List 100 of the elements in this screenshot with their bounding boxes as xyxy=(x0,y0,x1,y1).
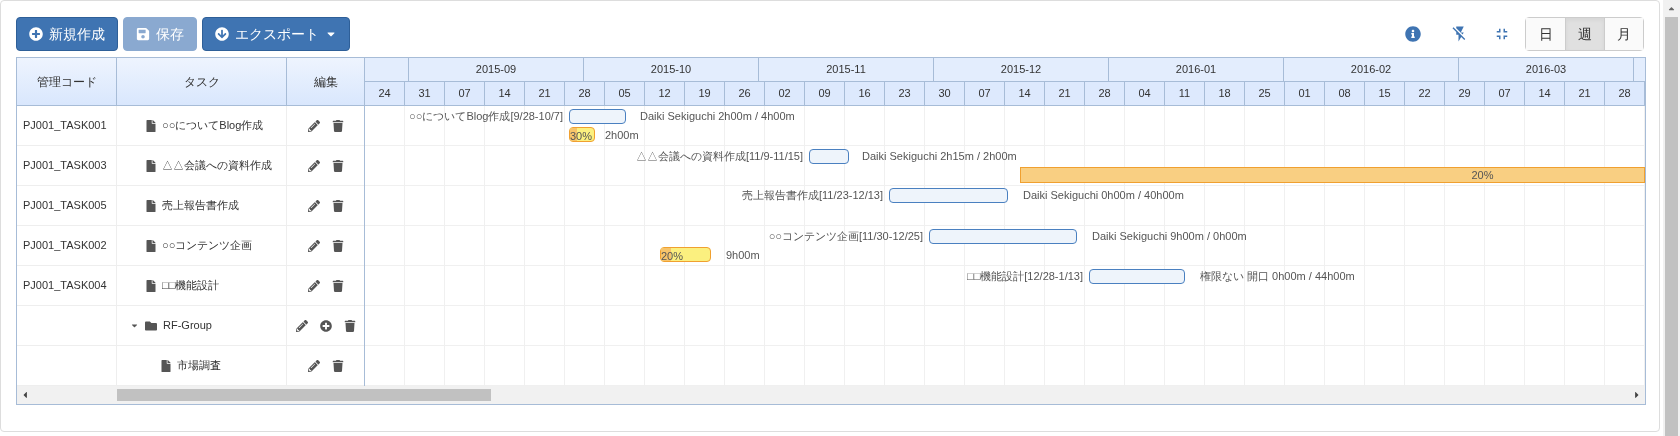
progress-label: 30% xyxy=(570,130,593,142)
week-header: 07 xyxy=(965,82,1005,105)
view-mode-tab[interactable]: 月 xyxy=(1604,18,1643,50)
scrollbar-thumb[interactable] xyxy=(117,389,491,401)
horizontal-scrollbar[interactable] xyxy=(17,386,1645,404)
progress-note: 9h00m xyxy=(726,248,760,263)
week-header: 24 xyxy=(365,82,405,105)
edit-icon[interactable] xyxy=(307,199,320,212)
task-name[interactable]: ○○コンテンツ企画 xyxy=(162,237,253,254)
task-bar[interactable] xyxy=(1089,269,1185,284)
delete-icon[interactable] xyxy=(331,279,344,292)
month-header: 2016-02 xyxy=(1284,58,1459,81)
download-icon xyxy=(215,27,229,41)
edit-icon[interactable] xyxy=(307,359,320,372)
month-header: 2016-01 xyxy=(1109,58,1284,81)
delete-icon[interactable] xyxy=(331,119,344,132)
week-header: 07 xyxy=(445,82,485,105)
week-header: 25 xyxy=(1245,82,1285,105)
delete-icon[interactable] xyxy=(331,239,344,252)
delete-icon[interactable] xyxy=(343,319,356,332)
task-name[interactable]: △△会議への資料作成 xyxy=(162,157,272,174)
task-name[interactable]: 売上報告書作成 xyxy=(162,197,239,214)
edit-icon[interactable] xyxy=(307,279,320,292)
task-bar[interactable] xyxy=(889,188,1008,203)
week-header: 09 xyxy=(805,82,845,105)
week-header: 31 xyxy=(405,82,445,105)
week-header: 28 xyxy=(565,82,605,105)
week-header: 30 xyxy=(925,82,965,105)
week-header: 28 xyxy=(1085,82,1125,105)
task-bar[interactable] xyxy=(929,229,1077,244)
task-summary: Daiki Sekiguchi 2h00m / 4h00m xyxy=(640,109,795,124)
task-label: 売上報告書作成[11/23-12/13] xyxy=(742,188,883,203)
week-header: 11 xyxy=(1165,82,1205,105)
task-summary: Daiki Sekiguchi 2h15m / 2h00m xyxy=(862,149,1017,164)
week-header: 19 xyxy=(685,82,725,105)
week-header: 15 xyxy=(1365,82,1405,105)
delete-icon[interactable] xyxy=(331,199,344,212)
week-header: 02 xyxy=(765,82,805,105)
week-header: 22 xyxy=(1405,82,1445,105)
task-bar[interactable] xyxy=(569,109,626,124)
info-icon[interactable] xyxy=(1405,26,1421,42)
month-header: 2015-12 xyxy=(934,58,1109,81)
week-header: 23 xyxy=(885,82,925,105)
task-name[interactable]: 市場調査 xyxy=(177,357,221,374)
task-summary: Daiki Sekiguchi 0h00m / 40h00m xyxy=(1023,188,1184,203)
add-icon[interactable] xyxy=(319,319,332,332)
file-icon xyxy=(161,359,171,372)
week-header: 05 xyxy=(605,82,645,105)
file-icon xyxy=(146,199,156,212)
task-name[interactable]: RF-Group xyxy=(163,317,212,334)
delete-icon[interactable] xyxy=(331,359,344,372)
task-label: △△会議への資料作成[11/9-11/15] xyxy=(635,149,803,164)
month-header: 2015-09 xyxy=(409,58,584,81)
week-header: 08 xyxy=(1325,82,1365,105)
week-header: 29 xyxy=(1445,82,1485,105)
edit-icon[interactable] xyxy=(295,319,308,332)
edit-icon[interactable] xyxy=(307,239,320,252)
task-label: □□機能設計[12/28-1/13] xyxy=(967,269,1083,284)
week-header: 01 xyxy=(1285,82,1325,105)
month-header: 2015-11 xyxy=(759,58,934,81)
task-name[interactable]: ○○についてBlog作成 xyxy=(162,117,264,134)
column-header: 編集 xyxy=(312,73,339,91)
week-header: 14 xyxy=(485,82,525,105)
view-mode-tab[interactable]: 日 xyxy=(1526,18,1565,50)
week-header: 16 xyxy=(845,82,885,105)
edit-icon[interactable] xyxy=(307,159,320,172)
code-cell-text: PJ001_TASK001 xyxy=(23,118,107,134)
scrollbar-thumb[interactable] xyxy=(1665,17,1678,436)
week-header: 21 xyxy=(1565,82,1605,105)
scroll-up-icon[interactable] xyxy=(1667,4,1676,13)
code-cell-text: PJ001_TASK003 xyxy=(23,158,107,174)
file-icon xyxy=(146,279,156,292)
task-summary: Daiki Sekiguchi 9h00m / 0h00m xyxy=(1092,229,1247,244)
new-button[interactable]: 新規作成 xyxy=(16,17,118,51)
task-name[interactable]: □□機能設計 xyxy=(162,277,220,294)
code-cell-text: PJ001_TASK005 xyxy=(23,198,107,214)
expand-caret-icon[interactable] xyxy=(130,321,139,330)
folder-icon xyxy=(145,319,157,332)
week-header: 14 xyxy=(1525,82,1565,105)
week-header: 18 xyxy=(1205,82,1245,105)
edit-icon[interactable] xyxy=(307,119,320,132)
file-icon xyxy=(146,239,156,252)
week-header: 07 xyxy=(1485,82,1525,105)
task-label: ○○コンテンツ企画[11/30-12/25] xyxy=(768,229,923,244)
file-icon xyxy=(146,119,156,132)
range-label: 20% xyxy=(1471,167,1494,183)
export-dropdown[interactable]: エクスポート xyxy=(202,17,350,51)
month-header: 2016-03 xyxy=(1459,58,1634,81)
week-header: 26 xyxy=(725,82,765,105)
week-header: 21 xyxy=(525,82,565,105)
column-header: タスク xyxy=(117,58,287,105)
task-bar[interactable] xyxy=(809,149,849,164)
vertical-scrollbar[interactable] xyxy=(1663,0,1680,436)
column-header: 管理コード xyxy=(17,58,117,105)
code-cell-text: PJ001_TASK002 xyxy=(23,238,107,254)
task-summary: 権限ない 開口 0h00m / 44h00m xyxy=(1200,269,1355,284)
month-header: 2015-10 xyxy=(584,58,759,81)
view-mode-tab[interactable]: 週 xyxy=(1565,18,1604,50)
delete-icon[interactable] xyxy=(331,159,344,172)
task-label: ○○についてBlog作成[9/28-10/7] xyxy=(409,109,563,124)
